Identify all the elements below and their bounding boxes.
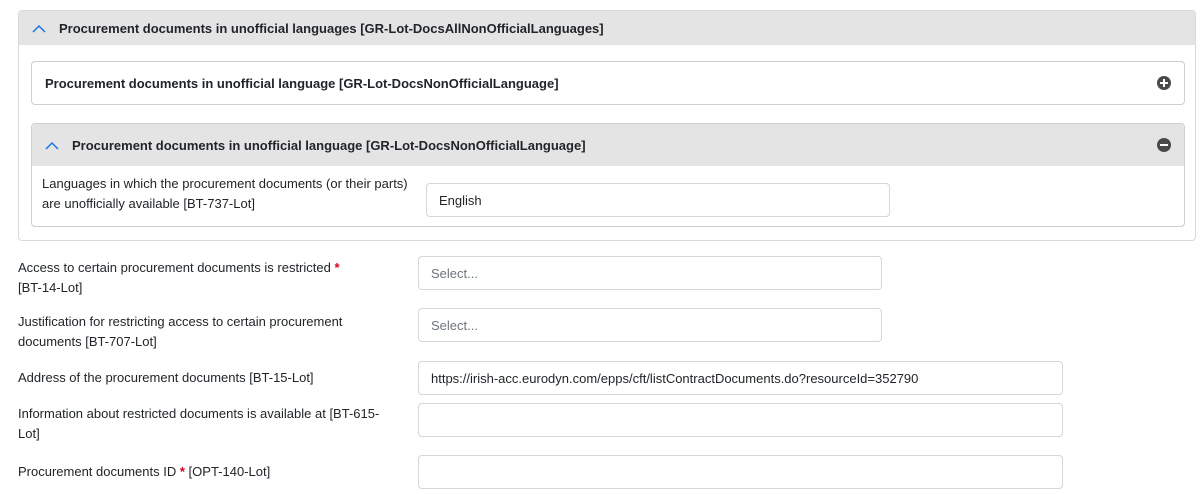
access-restricted-code: [BT-14-Lot] — [18, 280, 83, 295]
required-marker: * — [179, 464, 185, 479]
docs-id-field[interactable] — [418, 455, 1063, 489]
languages-label: Languages in which the procurement docum… — [42, 176, 408, 211]
card-title: Procurement documents in unofficial lang… — [72, 137, 586, 153]
access-restricted-label: Access to certain procurement documents … — [18, 258, 398, 298]
group-title: Procurement documents in unofficial lang… — [59, 20, 604, 36]
unofficial-language-card-header[interactable]: Procurement documents in unofficial lang… — [32, 124, 1184, 166]
card-title: Procurement documents in unofficial lang… — [45, 75, 559, 91]
address-field[interactable]: https://irish-acc.eurodyn.com/epps/cft/l… — [418, 361, 1063, 395]
unofficial-language-card-expanded: Procurement documents in unofficial lang… — [31, 123, 1185, 227]
restricted-info-label: Information about restricted documents i… — [18, 406, 380, 441]
unofficial-languages-group: Procurement documents in unofficial lang… — [18, 10, 1196, 241]
justification-select[interactable]: Select... — [418, 308, 882, 342]
unofficial-languages-group-header[interactable]: Procurement documents in unofficial lang… — [19, 11, 1195, 45]
address-label: Address of the procurement documents [BT… — [18, 370, 314, 385]
unofficial-language-card-collapsed[interactable]: Procurement documents in unofficial lang… — [31, 61, 1185, 105]
docs-id-code: [OPT-140-Lot] — [188, 464, 271, 479]
restricted-info-field[interactable] — [418, 403, 1063, 437]
justification-label: Justification for restricting access to … — [18, 314, 343, 349]
chevron-up-icon[interactable] — [31, 20, 47, 36]
access-restricted-placeholder: Select... — [431, 265, 478, 281]
justification-placeholder: Select... — [431, 317, 478, 333]
required-marker: * — [334, 260, 340, 275]
languages-field[interactable]: English — [426, 183, 890, 217]
docs-id-label-text: Procurement documents ID — [18, 464, 177, 479]
access-restricted-label-text: Access to certain procurement documents … — [18, 260, 331, 275]
plus-circle-icon[interactable] — [1157, 76, 1171, 90]
access-restricted-select[interactable]: Select... — [418, 256, 882, 290]
docs-id-label: Procurement documents ID * [OPT-140-Lot] — [18, 462, 398, 482]
minus-circle-icon[interactable] — [1157, 138, 1171, 152]
chevron-up-icon[interactable] — [44, 137, 60, 153]
